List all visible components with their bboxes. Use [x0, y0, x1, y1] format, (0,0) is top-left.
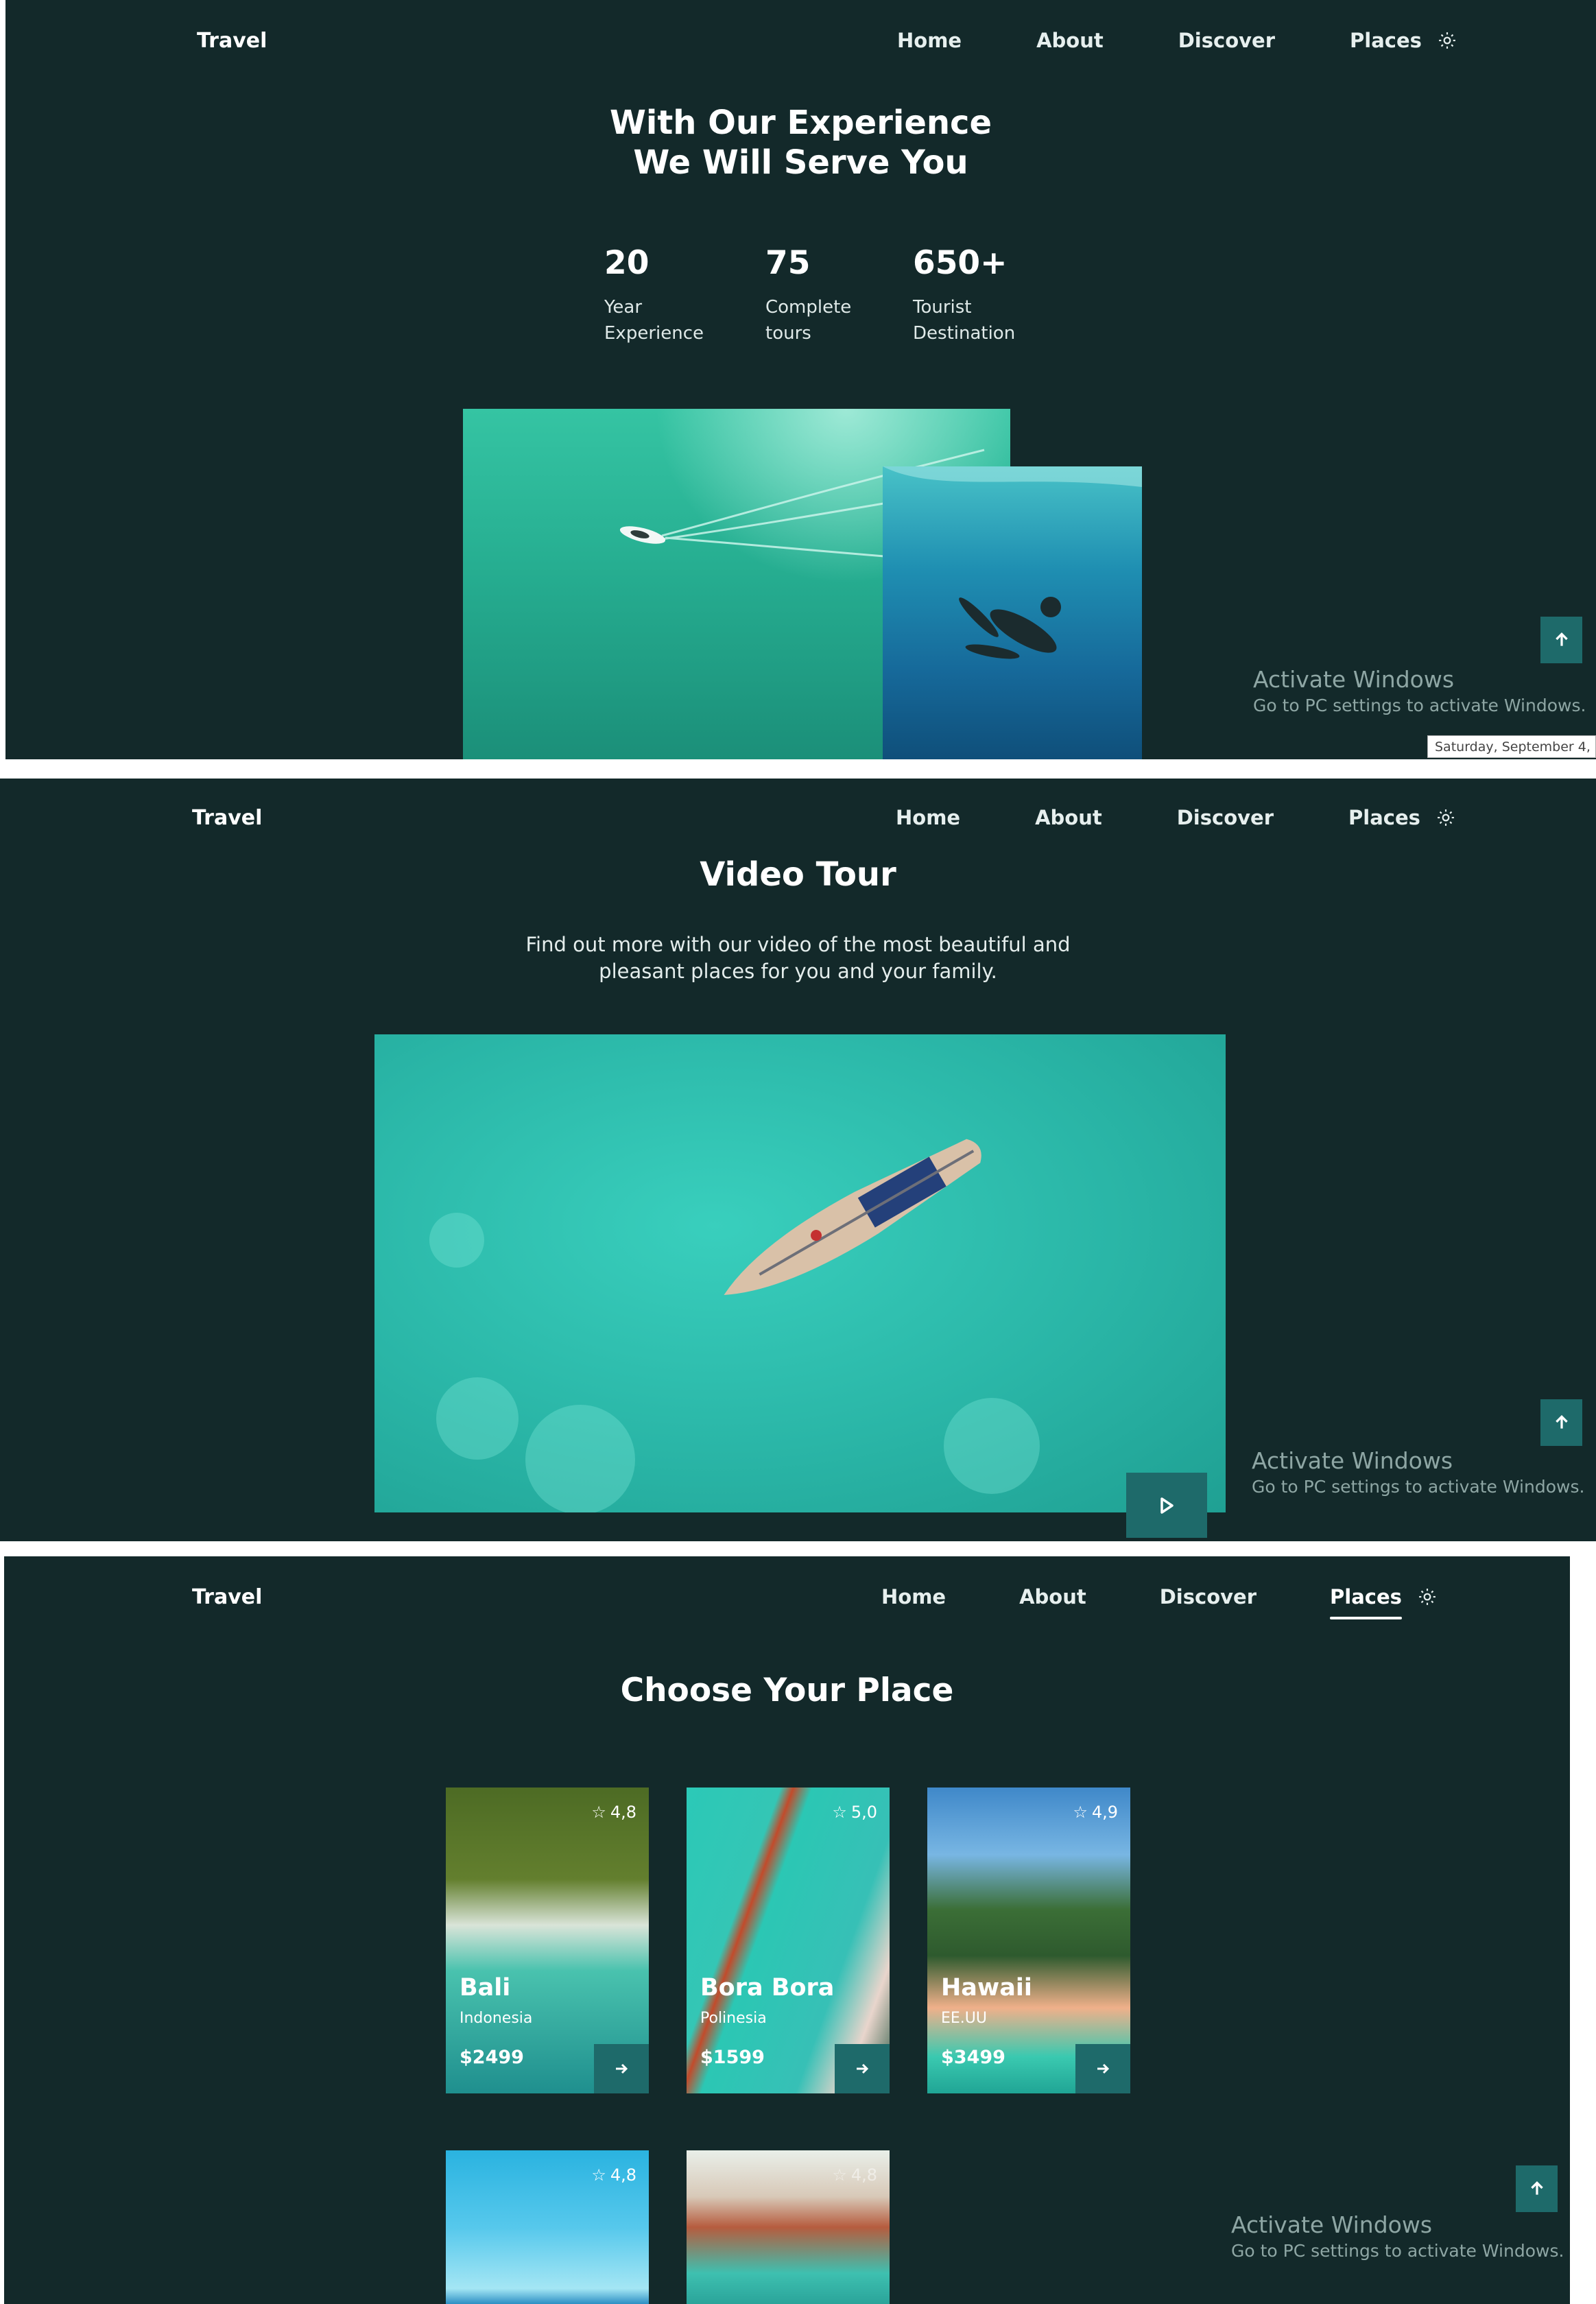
diver-image: [883, 466, 1142, 759]
brand-logo[interactable]: Travel: [197, 29, 267, 53]
nav-about[interactable]: About: [1035, 806, 1102, 829]
stat-number: 20: [604, 244, 650, 282]
watermark-title: Activate Windows: [1252, 1447, 1453, 1474]
nav-home[interactable]: Home: [897, 29, 962, 52]
card-price: $1599: [700, 2047, 765, 2068]
title-line-1: With Our Experience: [609, 104, 992, 142]
card-arrow-button[interactable]: [835, 2044, 890, 2093]
stat-label: Complete tours: [765, 297, 852, 344]
play-button[interactable]: [1126, 1473, 1207, 1538]
sun-icon[interactable]: [1418, 1588, 1436, 1606]
arrow-up-icon: [1555, 632, 1568, 646]
taskbar-date: Saturday, September 4, 20: [1427, 735, 1596, 758]
watermark-subtitle: Go to PC settings to activate Windows.: [1231, 2241, 1564, 2261]
stat-label: Year Experience: [604, 297, 704, 344]
play-icon: [1160, 1497, 1174, 1514]
card-country: EE.UU: [941, 2010, 987, 2027]
stat-number: 75: [765, 244, 811, 282]
activate-windows-watermark: Activate Windows Go to PC settings to ac…: [1253, 666, 1586, 717]
card-price: $3499: [941, 2047, 1005, 2068]
nav-places[interactable]: Places: [1330, 1585, 1402, 1619]
card-rating: ☆ 4,8: [832, 2165, 877, 2185]
section-title: Choose Your Place: [620, 1672, 954, 1709]
stat-label: Tourist Destination: [913, 297, 1016, 344]
card-price: $2499: [460, 2047, 524, 2068]
arrow-right-icon: [1097, 2063, 1110, 2074]
card-country: Polinesia: [700, 2010, 767, 2027]
watermark-subtitle: Go to PC settings to activate Windows.: [1252, 1477, 1585, 1497]
place-card-4[interactable]: ☆ 4,8: [446, 2150, 649, 2304]
arrow-up-icon: [1530, 2181, 1543, 2195]
watermark-title: Activate Windows: [1231, 2211, 1433, 2238]
screen-about: Travel Home About Discover Places With O…: [5, 0, 1596, 759]
nav-about[interactable]: About: [1019, 1585, 1086, 1608]
stat-years: 20 Year Experience: [604, 247, 728, 346]
section-description: Find out more with our video of the most…: [525, 933, 1071, 983]
card-name: Hawaii: [941, 1974, 1032, 2002]
screen-video: Travel Home About Discover Places Video …: [0, 779, 1596, 1541]
scroll-up-button[interactable]: [1540, 617, 1582, 663]
card-name: Bora Bora: [700, 1974, 835, 2002]
scroll-up-button[interactable]: [1516, 2165, 1558, 2212]
video-player[interactable]: [374, 1034, 1226, 1512]
card-name: Bali: [460, 1974, 511, 2002]
main-nav: Home About Discover Places: [896, 806, 1455, 829]
star-icon: ☆: [832, 2165, 847, 2185]
nav-places[interactable]: Places: [1350, 29, 1422, 52]
star-icon: ☆: [832, 1803, 847, 1822]
card-arrow-button[interactable]: [594, 2044, 649, 2093]
nav-home[interactable]: Home: [896, 806, 960, 829]
place-card-bali[interactable]: ☆ 4,8 Bali Indonesia $2499: [446, 1788, 649, 2093]
card-country: Indonesia: [460, 2010, 533, 2027]
place-card-hawaii[interactable]: ☆ 4,9 Hawaii EE.UU $3499: [927, 1788, 1130, 2093]
card-arrow-button[interactable]: [1075, 2044, 1130, 2093]
watermark-title: Activate Windows: [1253, 666, 1455, 693]
section-title: With Our Experience We Will Serve You: [5, 103, 1596, 182]
nav-discover[interactable]: Discover: [1160, 1585, 1256, 1608]
card-rating: ☆ 4,8: [591, 2165, 636, 2185]
scroll-up-button[interactable]: [1540, 1399, 1582, 1446]
nav-about[interactable]: About: [1036, 29, 1104, 52]
sun-icon[interactable]: [1438, 32, 1456, 49]
star-icon: ☆: [591, 2165, 606, 2185]
activate-windows-watermark: Activate Windows Go to PC settings to ac…: [1252, 1447, 1584, 1498]
arrow-up-icon: [1555, 1415, 1568, 1429]
stat-destinations: 650+ Tourist Destination: [913, 247, 1036, 346]
arrow-right-icon: [616, 2063, 628, 2074]
stat-tours: 75 Complete tours: [765, 247, 889, 346]
star-icon: ☆: [1073, 1803, 1088, 1822]
nav-home[interactable]: Home: [881, 1585, 946, 1608]
section-title: Video Tour: [700, 855, 896, 894]
title-line-2: We Will Serve You: [633, 143, 968, 182]
nav-places[interactable]: Places: [1348, 806, 1420, 829]
star-icon: ☆: [591, 1803, 606, 1822]
card-rating: ☆ 4,9: [1073, 1803, 1118, 1822]
screen-places: Travel Home About Discover Places Choose…: [4, 1556, 1570, 2304]
place-card-bora-bora[interactable]: ☆ 5,0 Bora Bora Polinesia $1599: [687, 1788, 890, 2093]
sun-icon[interactable]: [1437, 809, 1455, 827]
main-nav: Home About Discover Places: [897, 29, 1456, 52]
main-nav: Home About Discover Places: [881, 1585, 1436, 1619]
brand-logo[interactable]: Travel: [192, 1585, 262, 1609]
nav-discover[interactable]: Discover: [1178, 29, 1275, 52]
stat-number: 650+: [913, 244, 1008, 282]
activate-windows-watermark: Activate Windows Go to PC settings to ac…: [1231, 2211, 1564, 2262]
card-rating: ☆ 5,0: [832, 1803, 877, 1822]
nav-discover[interactable]: Discover: [1177, 806, 1274, 829]
arrow-right-icon: [857, 2063, 869, 2074]
brand-logo[interactable]: Travel: [192, 806, 262, 830]
card-rating: ☆ 4,8: [591, 1803, 636, 1822]
watermark-subtitle: Go to PC settings to activate Windows.: [1253, 696, 1586, 715]
place-card-5[interactable]: ☆ 4,8: [687, 2150, 890, 2304]
